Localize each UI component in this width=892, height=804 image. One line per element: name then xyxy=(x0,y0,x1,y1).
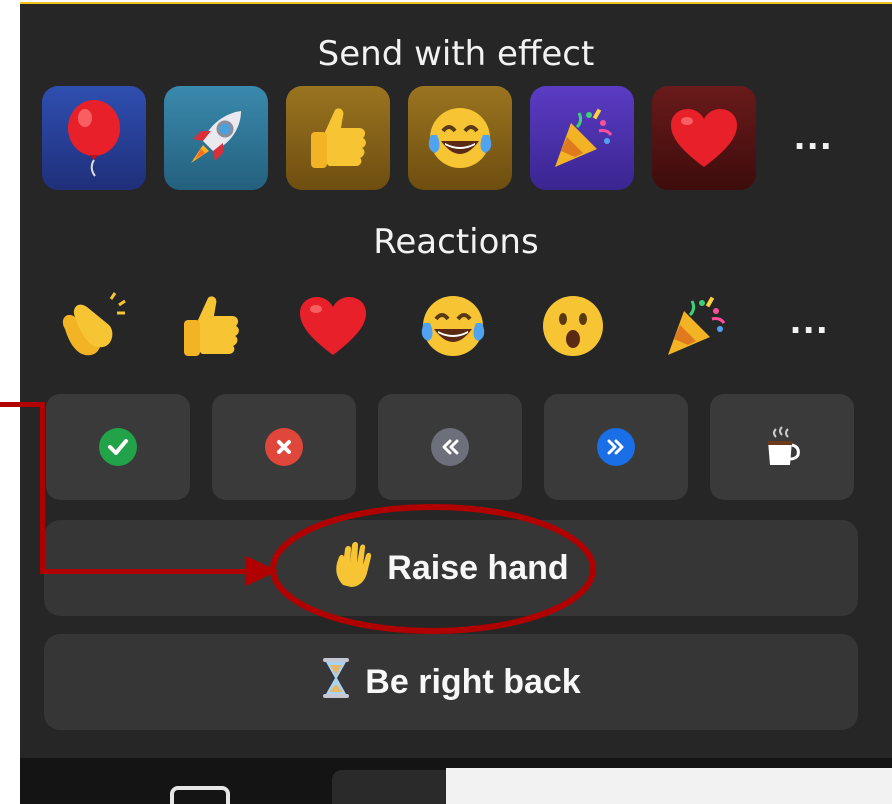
reaction-clapping-hands[interactable] xyxy=(46,286,136,366)
slow-down-icon xyxy=(431,428,469,466)
reaction-party-popper[interactable] xyxy=(650,286,740,366)
more-effects-button[interactable]: ... xyxy=(794,116,833,156)
reactions-title: Reactions xyxy=(373,222,539,262)
reaction-tears-of-joy[interactable] xyxy=(408,286,498,366)
thumbs-up-icon xyxy=(311,108,366,168)
party-popper-icon xyxy=(555,108,613,167)
yes-check-icon xyxy=(99,428,137,466)
heart-icon xyxy=(671,109,737,167)
party-popper-icon xyxy=(668,296,726,355)
reactions-panel: Send with effect ... Reactions ... Raise… xyxy=(20,2,892,804)
clapping-hands-icon xyxy=(62,292,126,356)
effect-rocket[interactable] xyxy=(164,86,268,190)
tears-of-joy-icon xyxy=(421,296,485,356)
speed-up-icon xyxy=(597,428,635,466)
annotation-line-vertical xyxy=(40,402,45,574)
coffee-icon xyxy=(768,426,800,465)
balloon-icon xyxy=(68,100,120,177)
toolbar-icon[interactable] xyxy=(170,786,230,804)
reaction-thumbs-up[interactable] xyxy=(166,286,256,366)
slow-down-button[interactable] xyxy=(378,394,522,500)
no-x-icon xyxy=(265,428,303,466)
rocket-icon xyxy=(191,111,241,163)
effect-tears-of-joy[interactable] xyxy=(408,86,512,190)
be-right-back-label: Be right back xyxy=(365,662,581,701)
hourglass-icon xyxy=(321,657,351,708)
tears-of-joy-icon xyxy=(428,108,492,168)
reaction-open-mouth[interactable] xyxy=(528,286,618,366)
send-with-effect-title: Send with effect xyxy=(317,34,595,74)
heart-icon xyxy=(300,297,366,355)
thumbs-up-icon xyxy=(184,296,239,356)
effect-heart[interactable] xyxy=(652,86,756,190)
effect-balloon[interactable] xyxy=(42,86,146,190)
reaction-heart[interactable] xyxy=(288,286,378,366)
more-reactions-button[interactable]: ... xyxy=(790,300,829,340)
effect-row: ... xyxy=(42,86,882,194)
yes-button[interactable] xyxy=(46,394,190,500)
open-mouth-icon xyxy=(543,296,603,356)
annotation-ellipse xyxy=(270,504,596,634)
speed-up-button[interactable] xyxy=(544,394,688,500)
effect-party-popper[interactable] xyxy=(530,86,634,190)
no-button[interactable] xyxy=(212,394,356,500)
be-right-back-button[interactable]: Be right back xyxy=(44,634,858,730)
coffee-button[interactable] xyxy=(710,394,854,500)
annotation-line-top xyxy=(0,402,44,407)
overlay-box xyxy=(446,768,892,804)
effect-thumbs-up[interactable] xyxy=(286,86,390,190)
annotation-line-bottom xyxy=(40,569,254,574)
